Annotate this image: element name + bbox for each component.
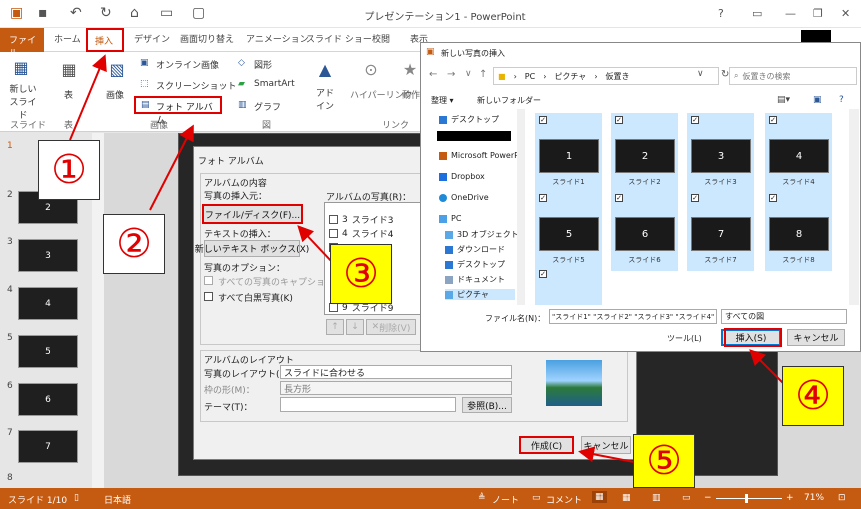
callout-step-4: ④ — [782, 366, 844, 426]
notes-button[interactable]: ノート — [492, 493, 519, 506]
slideshow-icon[interactable]: ▭ — [682, 493, 691, 503]
fit-window-icon[interactable]: ⊡ — [838, 493, 846, 503]
slide-indicator: スライド 1/10 — [8, 496, 68, 506]
spellcheck-icon[interactable]: ▯ — [74, 493, 79, 503]
callout-step-2: ② — [103, 214, 165, 274]
notes-icon: ≜ — [478, 493, 486, 503]
zoom-in-icon[interactable]: + — [786, 493, 794, 503]
comments-icon: ▭ — [532, 493, 541, 503]
comments-button[interactable]: コメント — [546, 493, 582, 506]
callout-step-1: ① — [38, 140, 100, 200]
zoom-slider-thumb[interactable] — [745, 494, 748, 503]
status-bar: スライド 1/10 ▯ 日本語 ≜ ノート ▭ コメント ▦ ▦ ▥ ▭ − +… — [0, 488, 861, 509]
language-indicator[interactable]: 日本語 — [104, 493, 131, 506]
zoom-level[interactable]: 71% — [804, 493, 824, 503]
zoom-out-icon[interactable]: − — [704, 493, 712, 503]
zoom-slider[interactable] — [716, 498, 782, 499]
slide-sorter-icon[interactable]: ▦ — [622, 493, 631, 503]
callout-step-5: ⑤ — [633, 434, 695, 488]
callout-step-3: ③ — [330, 244, 392, 304]
normal-view-icon[interactable]: ▦ — [592, 491, 607, 503]
reading-view-icon[interactable]: ▥ — [652, 493, 661, 503]
